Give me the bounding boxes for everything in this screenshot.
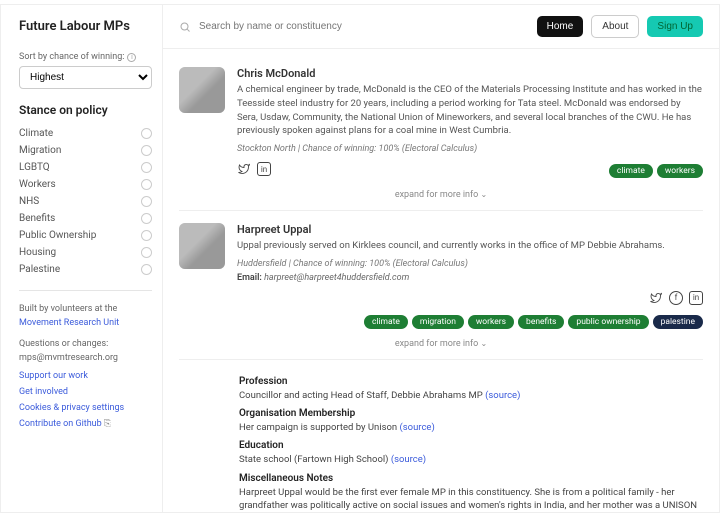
policy-filter[interactable]: Palestine	[19, 261, 152, 278]
chevron-down-icon: ⌄	[480, 339, 487, 348]
source-link[interactable]: (source)	[400, 422, 435, 433]
home-button[interactable]: Home	[537, 16, 584, 37]
policy-tag[interactable]: migration	[412, 315, 464, 329]
detail-heading: Profession	[239, 376, 699, 387]
candidate-details: Profession Councillor and acting Head of…	[179, 366, 703, 512]
main: Home About Sign Up Chris McDonald A chem…	[163, 5, 719, 512]
results-list: Chris McDonald A chemical engineer by tr…	[163, 49, 719, 512]
sidebar: Future Labour MPs Sort by chance of winn…	[1, 5, 163, 512]
radio-icon	[141, 128, 152, 139]
linkedin-icon[interactable]: in	[689, 291, 703, 305]
sort-label: Sort by chance of winning: i	[19, 52, 152, 62]
signup-button[interactable]: Sign Up	[647, 16, 703, 37]
detail-heading: Organisation Membership	[239, 408, 699, 419]
source-link[interactable]: (source)	[391, 454, 426, 465]
policy-tag[interactable]: climate	[364, 315, 408, 329]
avatar	[179, 67, 225, 113]
candidate-card: Chris McDonald A chemical engineer by tr…	[179, 61, 703, 184]
stance-title: Stance on policy	[19, 103, 152, 117]
search-icon	[179, 21, 191, 33]
avatar	[179, 223, 225, 269]
twitter-icon[interactable]	[649, 291, 663, 305]
policy-filter[interactable]: LGBTQ	[19, 159, 152, 176]
radio-icon	[141, 230, 152, 241]
info-icon[interactable]: i	[127, 53, 136, 62]
logo: Future Labour MPs	[19, 19, 152, 34]
radio-icon	[141, 264, 152, 275]
footer-link[interactable]: Cookies & privacy settings	[19, 403, 152, 413]
twitter-icon[interactable]	[237, 162, 251, 176]
search-input[interactable]	[199, 21, 529, 32]
candidate-email: Email: harpreet@harpreet4huddersfield.co…	[237, 273, 703, 283]
questions: Questions or changes: mps@mvmtresearch.o…	[19, 338, 152, 365]
facebook-icon[interactable]: f	[669, 291, 683, 305]
radio-icon	[141, 179, 152, 190]
detail-heading: Education	[239, 440, 699, 451]
radio-icon	[141, 145, 152, 156]
detail-heading: Miscellaneous Notes	[239, 473, 699, 484]
policy-tag[interactable]: workers	[468, 315, 514, 329]
footer-link[interactable]: Support our work	[19, 371, 152, 381]
policy-tag[interactable]: climate	[609, 164, 653, 178]
topbar: Home About Sign Up	[163, 5, 719, 49]
policy-filter[interactable]: Migration	[19, 142, 152, 159]
policy-tag[interactable]: palestine	[653, 315, 703, 329]
footer-link[interactable]: Get involved	[19, 387, 152, 397]
policy-filter[interactable]: Public Ownership	[19, 227, 152, 244]
linkedin-icon[interactable]: in	[257, 162, 271, 176]
radio-icon	[141, 162, 152, 173]
candidate-bio: A chemical engineer by trade, McDonald i…	[237, 83, 703, 138]
policy-filter[interactable]: Housing	[19, 244, 152, 261]
policy-tag[interactable]: benefits	[518, 315, 564, 329]
candidate-name: Harpreet Uppal	[237, 223, 703, 236]
policy-filter[interactable]: Climate	[19, 125, 152, 142]
policy-tag[interactable]: workers	[657, 164, 703, 178]
candidate-meta: Huddersfield | Chance of winning: 100% (…	[237, 259, 703, 269]
policy-tag[interactable]: public ownership	[568, 315, 648, 329]
policy-filter[interactable]: Benefits	[19, 210, 152, 227]
sort-select[interactable]: Highest	[19, 66, 152, 89]
candidate-name: Chris McDonald	[237, 67, 703, 80]
policy-filter[interactable]: NHS	[19, 193, 152, 210]
candidate-bio: Uppal previously served on Kirklees coun…	[237, 239, 703, 253]
candidate-meta: Stockton North | Chance of winning: 100%…	[237, 144, 703, 154]
about-button[interactable]: About	[591, 15, 639, 38]
policy-filter[interactable]: Workers	[19, 176, 152, 193]
radio-icon	[141, 213, 152, 224]
footer-link[interactable]: Contribute on Github ⎘	[19, 419, 152, 429]
mru-link[interactable]: Movement Research Unit	[19, 318, 119, 328]
candidate-card: Harpreet Uppal Uppal previously served o…	[179, 217, 703, 333]
chevron-down-icon: ⌄	[480, 190, 487, 199]
radio-icon	[141, 196, 152, 207]
expand-toggle[interactable]: expand for more info ⌄	[179, 333, 703, 360]
source-link[interactable]: (source)	[485, 390, 520, 401]
expand-toggle[interactable]: expand for more info ⌄	[179, 184, 703, 211]
radio-icon	[141, 247, 152, 258]
built-by: Built by volunteers at the Movement Rese…	[19, 303, 152, 330]
